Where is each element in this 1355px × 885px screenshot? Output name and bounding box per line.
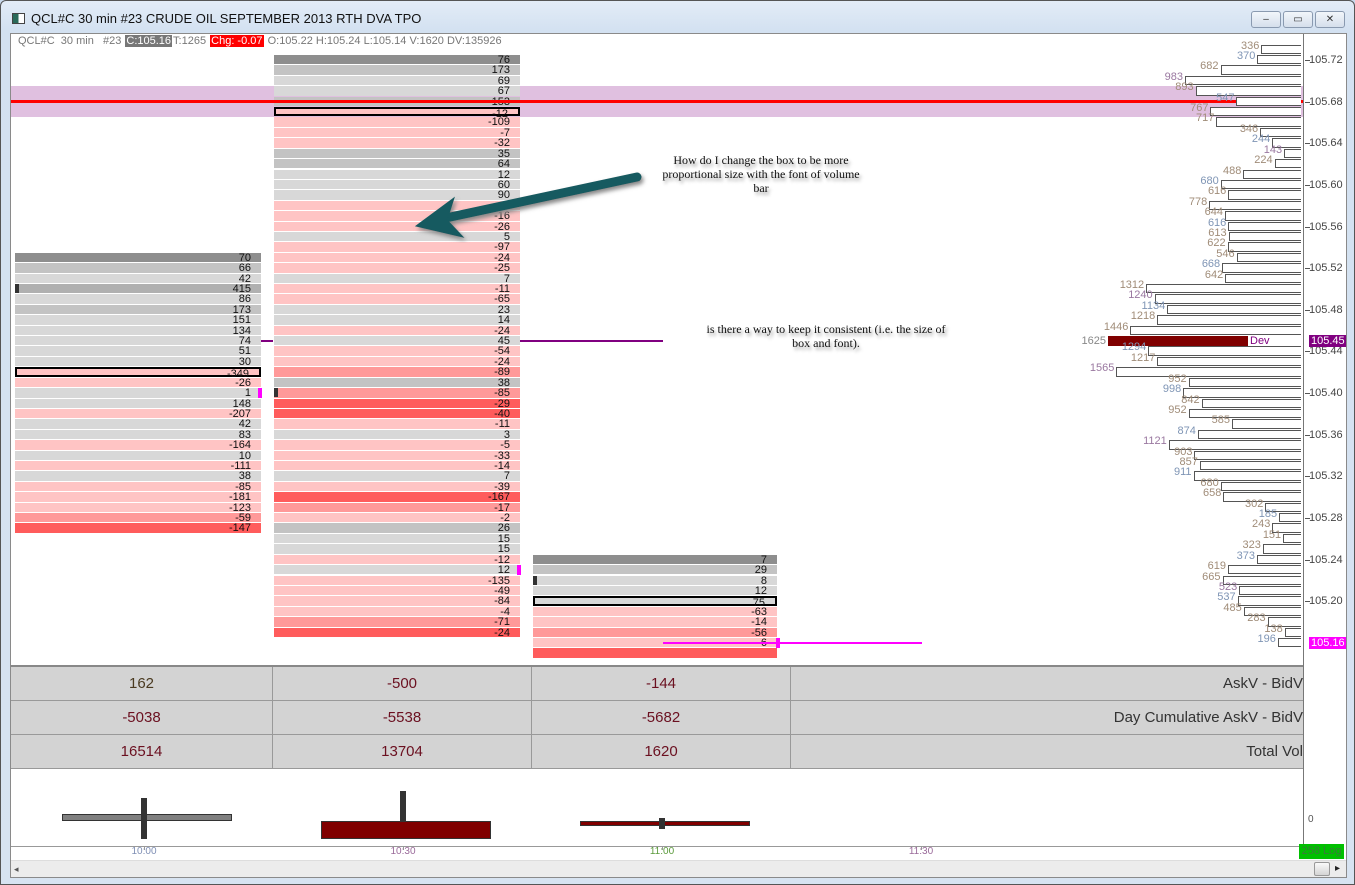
delta-candle-body: [321, 821, 491, 839]
maximize-button[interactable]: ▭: [1283, 11, 1313, 28]
chart-area[interactable]: QCL#C 30 min #23 C:105.16 T:1265 Chg: -0.…: [10, 33, 1347, 878]
stats-row-label: Total Vol: [1246, 743, 1303, 760]
time-label: 11:00: [649, 846, 675, 857]
stats-cell: -5682: [532, 701, 791, 735]
price-tick-label: 105.48: [1309, 303, 1343, 316]
delta-candle-wick: [400, 791, 406, 821]
delta-candle-wick: [659, 818, 665, 829]
stats-table: 162 -500 -144 AskV - BidV -5038 -5538 -5682 Day…: [11, 665, 1303, 769]
price-tick-label: 105.32: [1309, 470, 1343, 483]
close-button[interactable]: ✕: [1315, 11, 1345, 28]
stats-row-label: AskV - BidV: [1222, 675, 1303, 692]
volume-delta-pane[interactable]: [11, 769, 1303, 847]
delta-candle-wick: [141, 798, 147, 839]
price-tick-label: 105.28: [1309, 512, 1343, 525]
stats-cell: -500: [273, 667, 532, 701]
stats-cell: 162: [11, 667, 273, 701]
price-tick-label: 105.44: [1309, 345, 1343, 358]
window-title: QCL#C 30 min #23 CRUDE OIL SEPTEMBER 201…: [31, 11, 422, 26]
delta-candle-body: [62, 814, 232, 821]
stats-cell: 1620: [532, 735, 791, 769]
price-tick-label: 105.40: [1309, 387, 1343, 400]
vpoc-price-label: 105.45: [1309, 335, 1346, 348]
stats-row-label: Day Cumulative AskV - BidV: [1113, 709, 1303, 726]
stats-row: 16514 13704 1620 Total Vol: [11, 735, 1303, 769]
price-tick-label: 105.36: [1309, 428, 1343, 441]
price-tick-label: 105.64: [1309, 137, 1343, 150]
time-label: 10:00: [131, 846, 157, 857]
minimize-button[interactable]: –: [1251, 11, 1281, 28]
stats-cell: 16514: [11, 735, 273, 769]
title-bar: QCL#C 30 min #23 CRUDE OIL SEPTEMBER 201…: [1, 1, 1354, 33]
app-icon: [12, 13, 25, 24]
volume-zero-label: 0: [1308, 814, 1314, 825]
price-tick-label: 105.72: [1309, 54, 1343, 66]
stats-cell: -5038: [11, 701, 273, 735]
horizontal-scrollbar[interactable]: ◂ ▸: [11, 860, 1346, 877]
price-tick-label: 105.68: [1309, 95, 1343, 108]
chart-window: QCL#C 30 min #23 CRUDE OIL SEPTEMBER 201…: [0, 0, 1355, 885]
stats-row: 162 -500 -144 AskV - BidV: [11, 667, 1303, 701]
status-badge: 258 Log: [1299, 844, 1344, 859]
price-tick-label: 105.24: [1309, 553, 1343, 566]
stats-cell: -144: [532, 667, 791, 701]
scroll-left-arrow-icon[interactable]: ◂: [14, 864, 19, 875]
time-label: 10:30: [390, 846, 416, 857]
time-label: 11:30: [908, 846, 934, 857]
last-price-label: 105.16: [1309, 636, 1346, 649]
stats-cell: 13704: [273, 735, 532, 769]
price-tick-label: 105.52: [1309, 262, 1343, 275]
scroll-right-arrow-icon[interactable]: ▸: [1335, 863, 1340, 874]
price-tick-label: 105.20: [1309, 595, 1343, 608]
stats-cell: -5538: [273, 701, 532, 735]
price-tick-label: 105.60: [1309, 178, 1343, 191]
stats-row: -5038 -5538 -5682 Day Cumulative AskV - Bid…: [11, 701, 1303, 735]
delta-candle-body: [580, 821, 750, 826]
scrollbar-thumb[interactable]: [1314, 862, 1330, 876]
annotation-arrow: [414, 172, 642, 238]
price-tick-label: 105.56: [1309, 220, 1343, 233]
